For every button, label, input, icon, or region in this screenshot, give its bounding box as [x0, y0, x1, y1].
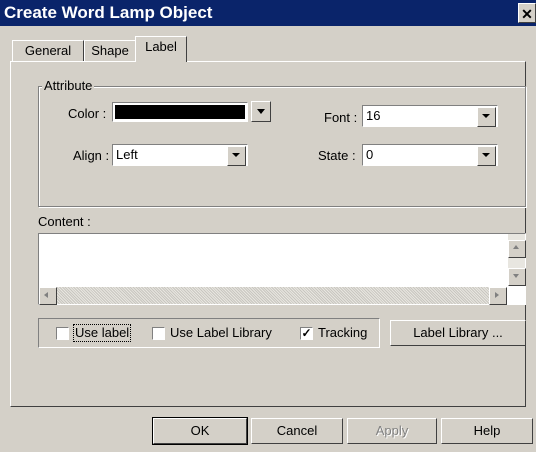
align-select[interactable]: Left: [112, 144, 248, 166]
font-label: Font :: [324, 110, 358, 125]
window-title: Create Word Lamp Object: [4, 3, 213, 22]
cancel-button-label: Cancel: [276, 423, 318, 438]
color-picker-button[interactable]: [251, 101, 271, 122]
chevron-down-icon[interactable]: [477, 146, 496, 166]
label-library-button[interactable]: Label Library ...: [390, 320, 526, 346]
tab-general-label: General: [24, 43, 72, 58]
tab-label-label: Label: [145, 39, 177, 54]
apply-button[interactable]: Apply: [347, 418, 437, 444]
align-select-value: Left: [116, 147, 138, 162]
state-label: State :: [318, 148, 356, 163]
state-select-value: 0: [366, 147, 374, 162]
font-select[interactable]: 16: [362, 105, 498, 127]
align-label: Align :: [73, 148, 110, 163]
arrow-down-icon: [513, 274, 519, 278]
scroll-left-button[interactable]: [39, 287, 57, 305]
tab-shape[interactable]: Shape: [84, 40, 136, 62]
color-swatch[interactable]: [112, 102, 248, 122]
horizontal-scrollbar[interactable]: [39, 287, 507, 305]
apply-button-label: Apply: [375, 423, 409, 438]
label-library-button-label: Label Library ...: [413, 325, 503, 340]
tracking-text[interactable]: Tracking: [318, 325, 367, 341]
chevron-down-icon[interactable]: [477, 107, 496, 127]
arrow-left-icon: [44, 292, 48, 298]
scroll-up-button[interactable]: [508, 240, 526, 258]
close-button[interactable]: ✕: [518, 3, 536, 23]
use-label-library-text[interactable]: Use Label Library: [170, 325, 272, 341]
vertical-scrollbar[interactable]: [508, 234, 526, 286]
tab-label[interactable]: Label: [135, 36, 187, 62]
ok-button-label: OK: [190, 423, 210, 438]
cancel-button[interactable]: Cancel: [251, 418, 343, 444]
scroll-down-button[interactable]: [508, 268, 526, 286]
chevron-down-icon: [257, 109, 265, 114]
scroll-right-button[interactable]: [489, 287, 507, 305]
color-swatch-fill: [115, 105, 245, 119]
arrow-up-icon: [513, 245, 519, 249]
close-icon: ✕: [521, 6, 533, 22]
ok-button[interactable]: OK: [152, 417, 248, 445]
check-icon: ✓: [301, 326, 312, 340]
tab-shape-label: Shape: [91, 43, 129, 58]
font-select-value: 16: [366, 108, 381, 123]
content-textarea[interactable]: [38, 233, 526, 305]
tracking-checkbox[interactable]: ✓: [300, 327, 313, 340]
use-label-text[interactable]: Use label: [72, 324, 132, 342]
chevron-down-icon[interactable]: [227, 146, 246, 166]
content-label: Content :: [38, 214, 91, 229]
use-label-checkbox[interactable]: [56, 327, 69, 340]
attribute-group-label: Attribute: [42, 78, 95, 93]
tab-general[interactable]: General: [12, 40, 84, 62]
help-button-label: Help: [473, 423, 501, 438]
use-label-library-checkbox[interactable]: [152, 327, 165, 340]
arrow-right-icon: [495, 292, 499, 298]
title-bar: Create Word Lamp Object: [0, 0, 536, 26]
color-label: Color :: [68, 106, 107, 121]
state-select[interactable]: 0: [362, 144, 498, 166]
help-button[interactable]: Help: [441, 418, 533, 444]
